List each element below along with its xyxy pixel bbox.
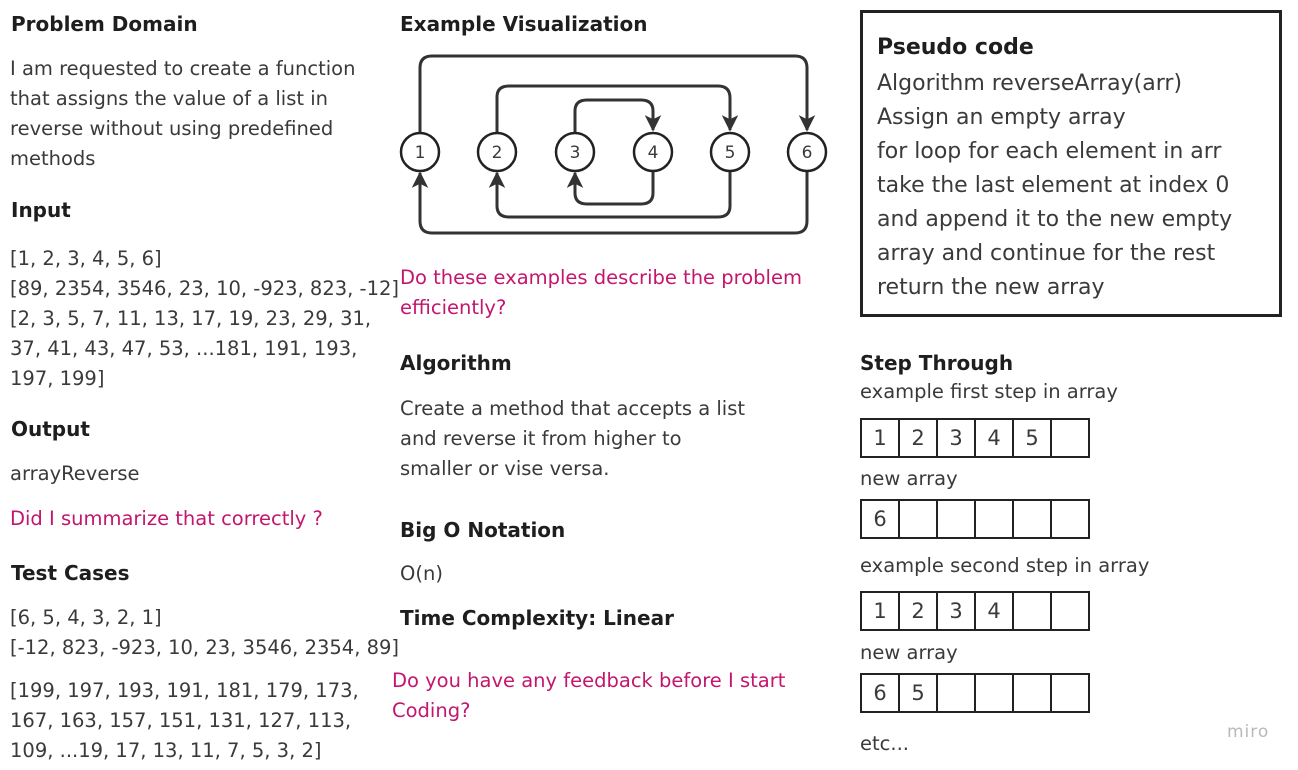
algorithm-line: and reverse it from higher to — [400, 427, 682, 450]
algorithm-text: Create a method that accepts a list and … — [400, 394, 745, 484]
algorithm-line: smaller or vise versa. — [400, 457, 610, 480]
time-complexity-heading: Time Complexity: Linear — [400, 606, 674, 630]
new-array-2: 6 5 — [860, 673, 1090, 713]
input-line: [2, 3, 5, 7, 11, 13, 17, 19, 23, 29, 31, — [10, 307, 372, 330]
array-cell: 2 — [898, 418, 938, 458]
array-cell — [936, 673, 976, 713]
problem-domain-line: that assigns the value of a list in — [10, 87, 328, 110]
step1-label: example first step in array — [860, 380, 1118, 403]
test-cases-text-b: [199, 197, 193, 191, 181, 179, 173, 167,… — [10, 676, 359, 766]
reverse-visualization-diagram: 1 2 3 4 5 6 — [399, 54, 828, 235]
input-line: [89, 2354, 3546, 23, 10, -923, 823, -12] — [10, 277, 400, 300]
connector-3-to-4 — [573, 98, 662, 133]
big-o-heading: Big O Notation — [400, 518, 566, 542]
node-label-1: 1 — [415, 143, 426, 163]
test-case-line: [-12, 823, -923, 10, 23, 3546, 2354, 89] — [10, 636, 400, 659]
input-heading: Input — [11, 198, 71, 222]
test-case-line: 167, 163, 157, 151, 131, 127, 113, — [10, 709, 352, 732]
problem-domain-line: I am requested to create a function — [10, 57, 356, 80]
array-cell — [1050, 591, 1090, 631]
array-cell: 6 — [860, 673, 900, 713]
input-line: 197, 199] — [10, 367, 105, 390]
feedback-question-line: Coding? — [392, 699, 471, 722]
connector-2-to-5 — [495, 84, 739, 133]
pseudo-code-line: and append it to the new empty — [877, 207, 1233, 232]
array-cell: 4 — [974, 591, 1014, 631]
test-case-line: [6, 5, 4, 3, 2, 1] — [10, 606, 162, 629]
step2-label: example second step in array — [860, 554, 1150, 577]
test-cases-text-a: [6, 5, 4, 3, 2, 1] [-12, 823, -923, 10, … — [10, 603, 399, 663]
pseudo-code-line: array and continue for the rest — [877, 241, 1216, 266]
array-cell — [1050, 418, 1090, 458]
pseudo-code-line: take the last element at index 0 — [877, 173, 1230, 198]
new-array-label-2: new array — [860, 641, 958, 664]
array-cell: 3 — [936, 418, 976, 458]
step-through-heading: Step Through — [860, 351, 1014, 375]
pseudo-code-line: Algorithm reverseArray(arr) — [877, 71, 1183, 96]
input-line: [1, 2, 3, 4, 5, 6] — [10, 247, 162, 270]
node-label-4: 4 — [648, 143, 659, 163]
array-cell — [1050, 499, 1090, 539]
miro-watermark: miro — [1227, 722, 1270, 742]
array-cell: 3 — [936, 591, 976, 631]
array-cell: 1 — [860, 591, 900, 631]
examples-question: Do these examples describe the problem e… — [400, 263, 802, 323]
examples-question-line: Do these examples describe the problem — [400, 266, 802, 289]
array-cell: 4 — [974, 418, 1014, 458]
problem-domain-text: I am requested to create a function that… — [10, 54, 355, 174]
big-o-value: O(n) — [400, 562, 443, 585]
array-cell: 1 — [860, 418, 900, 458]
problem-domain-line: reverse without using predefined — [10, 117, 334, 140]
node-label-3: 3 — [570, 143, 581, 163]
array-cell — [898, 499, 938, 539]
feedback-question: Do you have any feedback before I start … — [392, 666, 785, 726]
node-label-2: 2 — [492, 143, 503, 163]
output-heading: Output — [11, 417, 90, 441]
node-label-5: 5 — [725, 143, 736, 163]
array-cell — [1012, 673, 1052, 713]
example-visualization-heading: Example Visualization — [400, 12, 648, 36]
array-cell: 5 — [898, 673, 938, 713]
algorithm-heading: Algorithm — [400, 351, 512, 375]
step1-array: 1 2 3 4 5 — [860, 418, 1090, 458]
input-line: 37, 41, 43, 47, 53, ...181, 191, 193, — [10, 337, 358, 360]
test-cases-heading: Test Cases — [11, 561, 130, 585]
input-text: [1, 2, 3, 4, 5, 6] [89, 2354, 3546, 23, … — [10, 244, 399, 394]
array-cell: 5 — [1012, 418, 1052, 458]
summary-question: Did I summarize that correctly ? — [10, 507, 323, 530]
array-cell: 2 — [898, 591, 938, 631]
pseudo-code-line: for loop for each element in arr — [877, 139, 1222, 164]
new-array-label-1: new array — [860, 467, 958, 490]
output-value: arrayReverse — [10, 462, 140, 485]
new-array-1: 6 — [860, 499, 1090, 539]
pseudo-code-title: Pseudo code — [877, 35, 1034, 60]
node-label-6: 6 — [802, 143, 813, 163]
test-case-line: [199, 197, 193, 191, 181, 179, 173, — [10, 679, 359, 702]
connector-5-to-2 — [488, 171, 732, 219]
test-case-line: 109, ...19, 17, 13, 11, 7, 5, 3, 2] — [10, 739, 322, 762]
feedback-question-line: Do you have any feedback before I start — [392, 669, 786, 692]
pseudo-code-box: Pseudo code Algorithm reverseArray(arr) … — [860, 10, 1282, 317]
examples-question-line: efficiently? — [400, 296, 507, 319]
array-cell — [936, 499, 976, 539]
array-cell: 6 — [860, 499, 900, 539]
problem-domain-heading: Problem Domain — [11, 12, 198, 36]
array-cell — [1012, 499, 1052, 539]
array-cell — [974, 673, 1014, 713]
connector-1-to-6 — [418, 54, 816, 133]
connector-4-to-3 — [566, 171, 655, 206]
array-cell — [1050, 673, 1090, 713]
problem-domain-line: methods — [10, 147, 96, 170]
pseudo-code-line: return the new array — [877, 275, 1105, 300]
step2-array: 1 2 3 4 — [860, 591, 1090, 631]
pseudo-code-line: Assign an empty array — [877, 105, 1126, 130]
etc-text: etc... — [860, 732, 909, 755]
array-cell — [1012, 591, 1052, 631]
algorithm-line: Create a method that accepts a list — [400, 397, 746, 420]
array-cell — [974, 499, 1014, 539]
